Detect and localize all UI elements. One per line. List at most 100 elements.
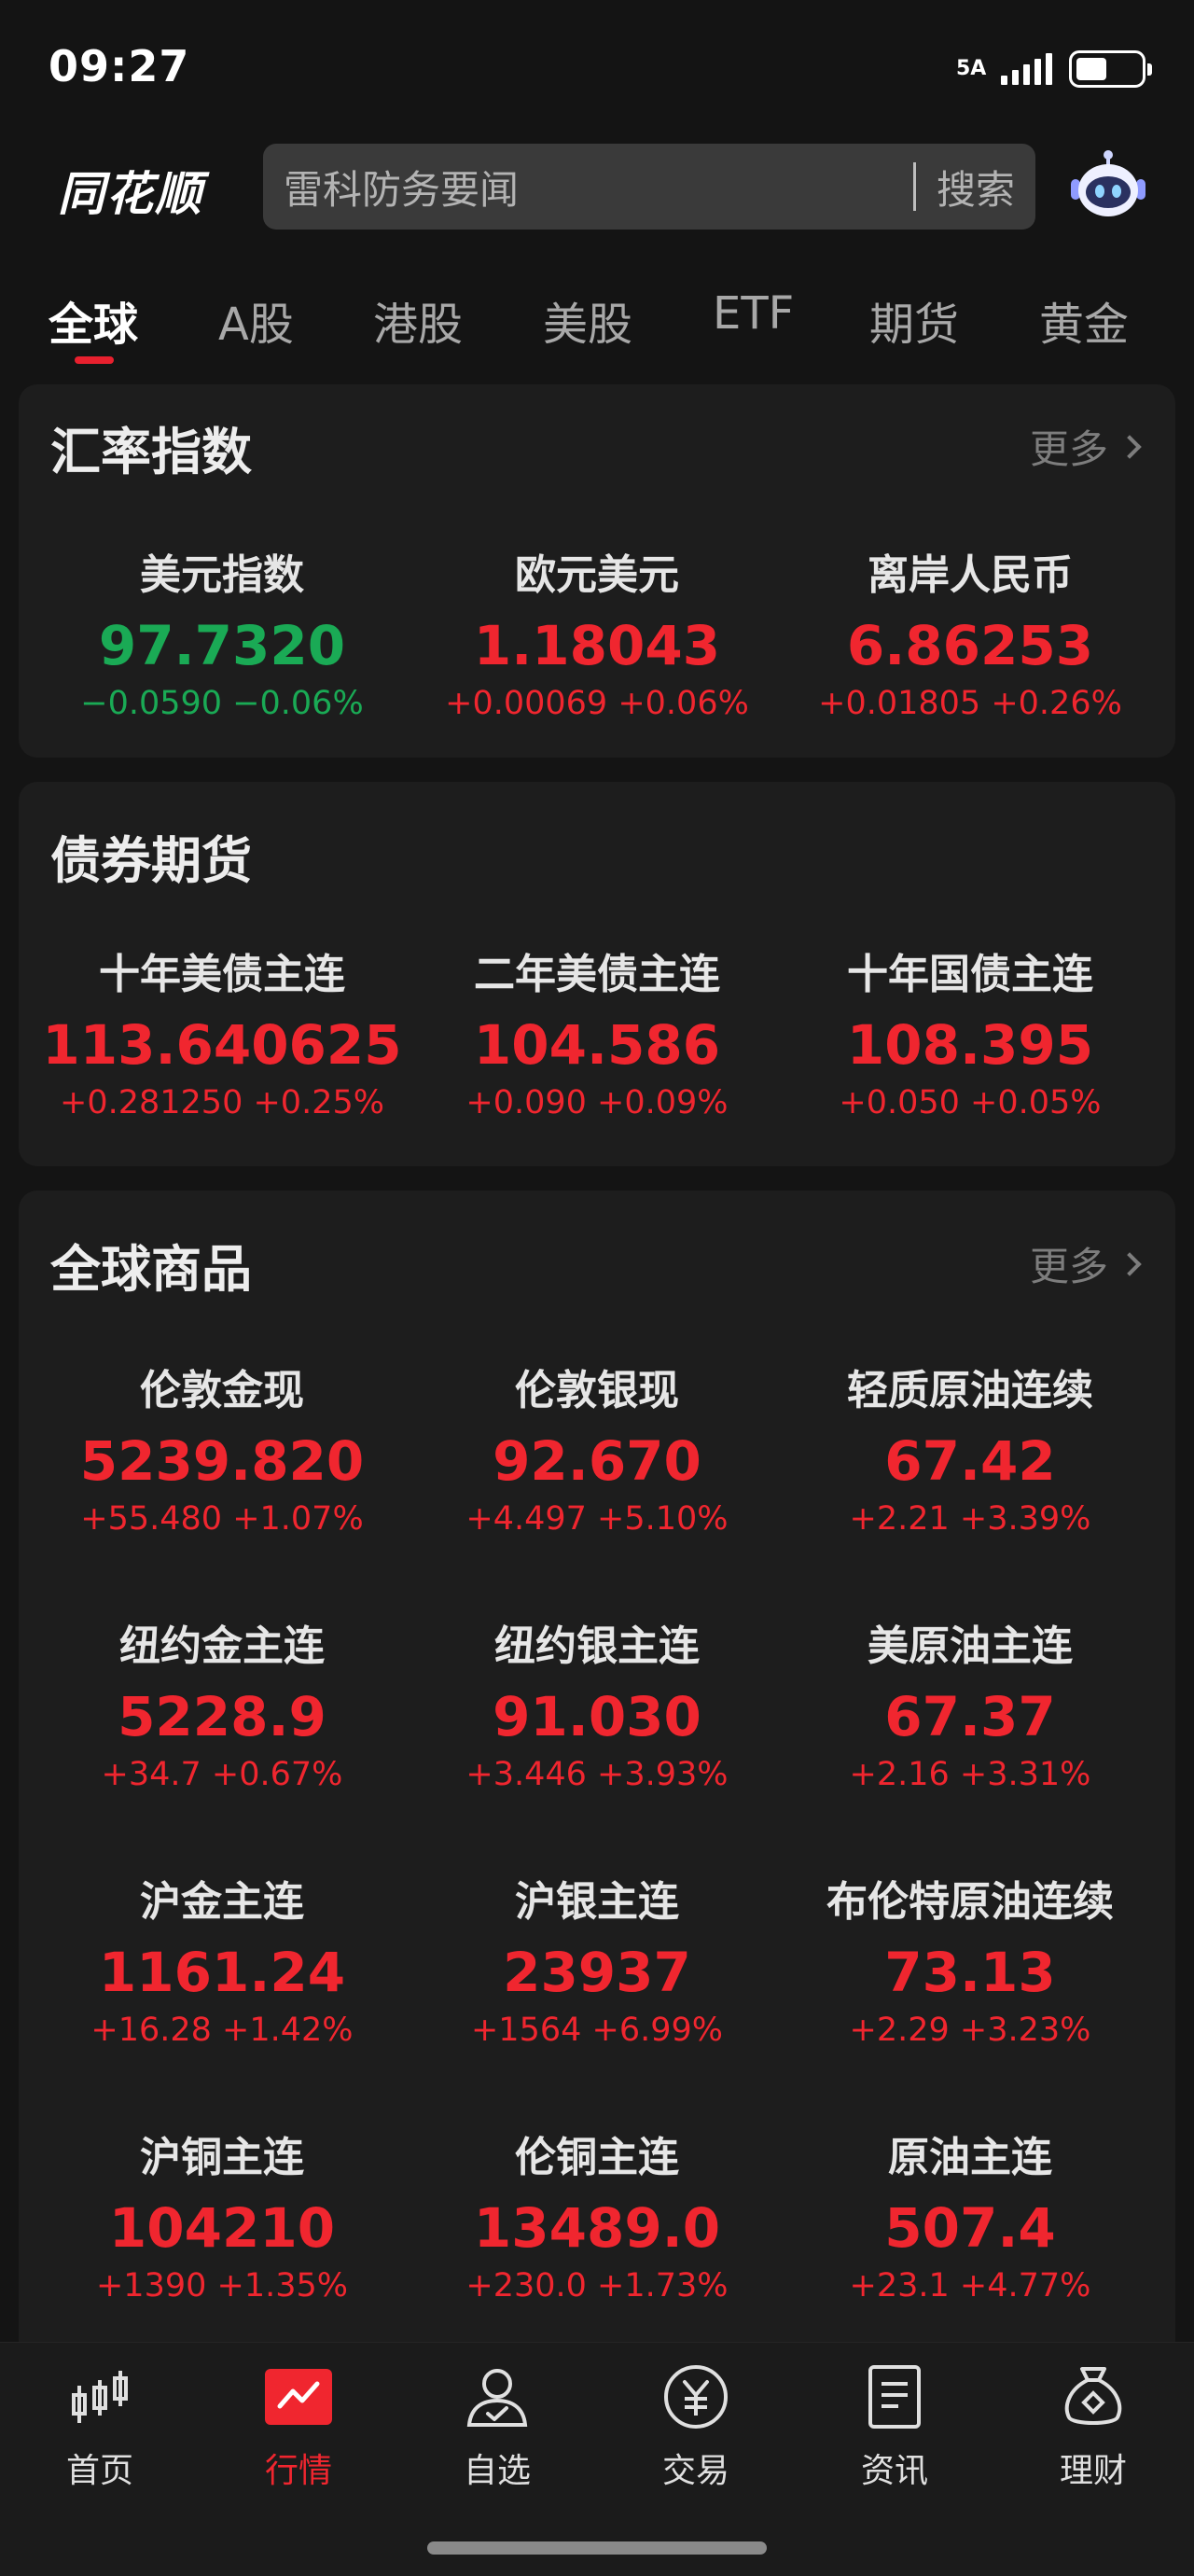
quote-change: +2.29 +3.23% (849, 2012, 1091, 2049)
quote-item[interactable]: 二年美债主连 104.586 +0.090 +0.09% (410, 940, 784, 1121)
quote-name: 沪金主连 (140, 1878, 304, 1926)
nav-market[interactable]: 行情 (224, 2363, 373, 2492)
nav-label: 资讯 (860, 2452, 928, 2490)
more-link[interactable]: 更多 (1030, 1235, 1142, 1292)
quote-price: 92.670 (493, 1429, 701, 1493)
chevron-right-icon (1118, 1251, 1142, 1276)
quote-name: 伦敦银现 (515, 1367, 679, 1414)
yuan-circle-icon (664, 2365, 728, 2429)
tab-etf[interactable]: ETF (713, 287, 794, 340)
quote-change: +1564 +6.99% (470, 2012, 724, 2049)
quote-item[interactable]: 美原油主连 67.37 +2.16 +3.31% (784, 1612, 1157, 1793)
nav-home[interactable]: 首页 (25, 2363, 174, 2492)
quote-item[interactable]: 纽约金主连 5228.9 +34.7 +0.67% (35, 1612, 409, 1793)
quote-item[interactable]: 欧元美元 1.18043 +0.00069 +0.06% (410, 541, 784, 722)
quote-item[interactable]: 轻质原油连续 67.42 +2.21 +3.39% (784, 1357, 1157, 1538)
quote-change: +0.281250 +0.25% (60, 1084, 384, 1121)
section-bond-futures: 债券期货 十年美债主连 113.640625 +0.281250 +0.25% … (19, 782, 1175, 1166)
quote-item[interactable]: 布伦特原油连续 73.13 +2.29 +3.23% (784, 1868, 1157, 2049)
status-icons: 5A (956, 50, 1152, 88)
ai-robot-icon[interactable] (1069, 149, 1147, 224)
quote-item[interactable]: 离岸人民币 6.86253 +0.01805 +0.26% (784, 541, 1157, 722)
quote-name: 二年美债主连 (474, 951, 720, 998)
tab-a-shares[interactable]: A股 (218, 287, 294, 353)
tab-us-stocks[interactable]: 美股 (543, 287, 632, 353)
quote-price: 91.030 (493, 1685, 701, 1748)
app-logo[interactable]: 同花顺 (58, 157, 203, 224)
market-tabs: 全球 A股 港股 美股 ETF 期货 黄金 (0, 271, 1194, 373)
quote-item[interactable]: 沪银主连 23937 +1564 +6.99% (410, 1868, 784, 2049)
quote-name: 布伦特原油连续 (826, 1878, 1114, 1926)
quote-price: 6.86253 (846, 614, 1094, 677)
quote-change: +230.0 +1.73% (465, 2267, 729, 2304)
search-bar[interactable]: 雷科防务要闻 搜索 (263, 144, 1035, 230)
quote-item[interactable]: 美元指数 97.7320 −0.0590 −0.06% (35, 541, 409, 722)
quote-name: 美原油主连 (868, 1622, 1073, 1670)
section-exchange-rates: 汇率指数 更多 美元指数 97.7320 −0.0590 −0.06% 欧元美元… (19, 384, 1175, 758)
candlestick-icon (72, 2371, 128, 2423)
quote-item[interactable]: 沪铜主连 104210 +1390 +1.35% (35, 2123, 409, 2304)
section-title: 债券期货 (50, 831, 252, 890)
quote-name: 伦敦金现 (140, 1367, 304, 1414)
quote-name: 欧元美元 (515, 551, 679, 599)
quote-price: 5239.820 (79, 1429, 365, 1493)
quote-price: 104210 (108, 2196, 336, 2260)
quote-item[interactable]: 沪金主连 1161.24 +16.28 +1.42% (35, 1868, 409, 2049)
nav-label: 首页 (65, 2452, 133, 2490)
more-link[interactable]: 更多 (1029, 418, 1142, 475)
quote-item[interactable]: 纽约银主连 91.030 +3.446 +3.93% (410, 1612, 784, 1793)
nav-watchlist[interactable]: 自选 (423, 2363, 572, 2492)
quote-name: 沪银主连 (515, 1878, 679, 1926)
quote-price: 104.586 (473, 1013, 721, 1077)
search-button[interactable]: 搜索 (916, 159, 1035, 216)
quote-change: −0.0590 −0.06% (80, 685, 364, 722)
quote-change: +4.497 +5.10% (465, 1500, 729, 1538)
more-label: 更多 (1029, 426, 1108, 472)
quote-name: 原油主连 (888, 2134, 1052, 2181)
trend-chart-icon (265, 2369, 332, 2425)
quote-name: 伦铜主连 (515, 2134, 679, 2181)
quote-name: 纽约金主连 (119, 1622, 325, 1670)
quote-item[interactable]: 十年美债主连 113.640625 +0.281250 +0.25% (35, 940, 409, 1121)
quote-price: 13489.0 (473, 2196, 721, 2260)
nav-label: 交易 (661, 2452, 729, 2490)
quote-item[interactable]: 伦敦金现 5239.820 +55.480 +1.07% (35, 1357, 409, 1538)
search-input[interactable]: 雷科防务要闻 (263, 159, 913, 216)
tab-global[interactable]: 全球 (49, 287, 138, 353)
quote-change: +0.050 +0.05% (839, 1084, 1102, 1121)
quote-item[interactable]: 伦铜主连 13489.0 +230.0 +1.73% (410, 2123, 784, 2304)
tab-hk-stocks[interactable]: 港股 (373, 287, 463, 353)
nav-trade[interactable]: 交易 (621, 2363, 771, 2492)
quote-change: +0.090 +0.09% (465, 1084, 729, 1121)
quote-price: 1161.24 (98, 1941, 346, 2004)
quote-item[interactable]: 十年国债主连 108.395 +0.050 +0.05% (784, 940, 1157, 1121)
money-bag-icon (1064, 2367, 1122, 2425)
quote-item[interactable]: 伦敦银现 92.670 +4.497 +5.10% (410, 1357, 784, 1538)
quote-change: +23.1 +4.77% (849, 2267, 1091, 2304)
section-title: 汇率指数 (50, 423, 252, 481)
top-header: 同花顺 雷科防务要闻 搜索 (0, 138, 1194, 231)
quote-price: 507.4 (884, 2196, 1056, 2260)
quote-change: +55.480 +1.07% (80, 1500, 364, 1538)
nav-wealth[interactable]: 理财 (1019, 2363, 1168, 2492)
quote-price: 1.18043 (473, 614, 721, 677)
quote-price: 23937 (503, 1941, 691, 2004)
quote-name: 十年国债主连 (847, 951, 1093, 998)
quote-price: 67.37 (884, 1685, 1056, 1748)
nav-label: 理财 (1059, 2452, 1127, 2490)
quote-price: 113.640625 (42, 1013, 402, 1077)
nav-news[interactable]: 资讯 (820, 2363, 969, 2492)
quote-item[interactable]: 原油主连 507.4 +23.1 +4.77% (784, 2123, 1157, 2304)
battery-icon (1069, 50, 1152, 88)
tab-futures[interactable]: 期货 (869, 287, 959, 353)
quote-price: 5228.9 (118, 1685, 326, 1748)
status-time: 09:27 (49, 41, 190, 91)
quote-name: 美元指数 (140, 551, 304, 599)
nav-label: 行情 (264, 2452, 332, 2490)
chevron-right-icon (1118, 434, 1142, 459)
tab-gold[interactable]: 黄金 (1039, 287, 1129, 353)
home-indicator[interactable] (427, 2541, 767, 2555)
quote-change: +3.446 +3.93% (465, 1756, 729, 1793)
quote-name: 纽约银主连 (494, 1622, 700, 1670)
quote-price: 67.42 (884, 1429, 1056, 1493)
